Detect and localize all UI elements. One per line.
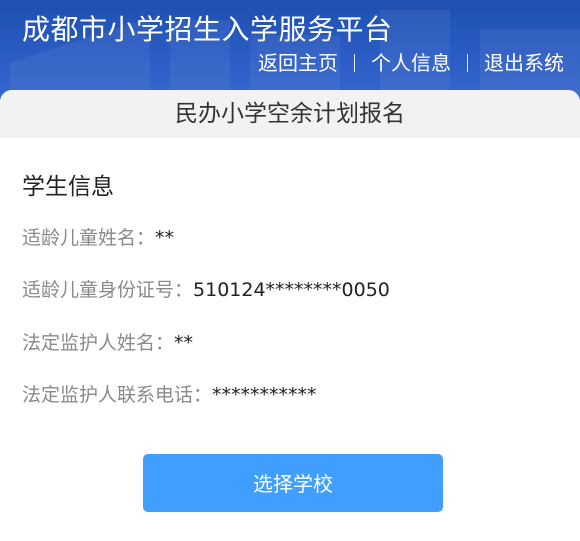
field-value: *********** <box>212 384 317 406</box>
select-school-button[interactable]: 选择学校 <box>143 454 443 512</box>
field-value: ** <box>155 227 175 249</box>
nav-divider <box>467 54 468 72</box>
page-title: 民办小学空余计划报名 <box>0 90 580 138</box>
nav-profile-link[interactable]: 个人信息 <box>371 50 451 76</box>
child-id-number-field: 适龄儿童身份证号：510124********0050 <box>22 277 390 303</box>
nav-logout-link[interactable]: 退出系统 <box>484 50 564 76</box>
site-title: 成都市小学招生入学服务平台 <box>22 13 393 46</box>
guardian-name-field: 法定监护人姓名：** <box>22 330 193 356</box>
nav-divider <box>354 54 355 72</box>
guardian-phone-field: 法定监护人联系电话：*********** <box>22 382 317 408</box>
field-label: 法定监护人姓名： <box>22 332 175 354</box>
student-info-heading: 学生信息 <box>22 174 114 200</box>
header-banner: 成都市小学招生入学服务平台 返回主页 个人信息 退出系统 <box>0 0 580 100</box>
field-value: 510124********0050 <box>193 279 390 301</box>
registration-card: 民办小学空余计划报名 学生信息 适龄儿童姓名：** 适龄儿童身份证号：51012… <box>0 90 580 541</box>
field-value: ** <box>174 332 194 354</box>
child-name-field: 适龄儿童姓名：** <box>22 225 174 251</box>
field-label: 适龄儿童姓名： <box>22 227 156 249</box>
nav-home-link[interactable]: 返回主页 <box>258 50 338 76</box>
field-label: 法定监护人联系电话： <box>22 384 213 406</box>
header-nav: 返回主页 个人信息 退出系统 <box>258 50 564 76</box>
field-label: 适龄儿童身份证号： <box>22 279 194 301</box>
